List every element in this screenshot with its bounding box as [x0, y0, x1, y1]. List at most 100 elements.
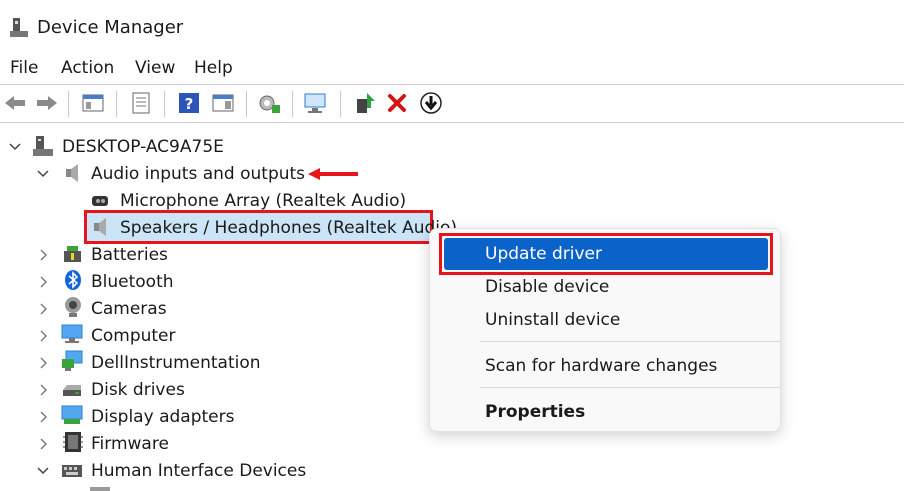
scan-hardware-button[interactable] [256, 91, 282, 115]
menu-item-uninstall-device-label: Uninstall device [485, 310, 621, 330]
menu-item-properties-label: Properties [485, 402, 586, 422]
properties-toolbar-button[interactable] [128, 91, 154, 115]
menu-item-uninstall-device[interactable]: Uninstall device [430, 305, 780, 335]
tree-item-computer[interactable]: Computer [0, 322, 420, 349]
hid-child-icon [90, 487, 110, 491]
tree-root-label: DESKTOP-AC9A75E [62, 136, 224, 157]
menu-file[interactable]: File [10, 58, 38, 78]
title-bar: Device Manager [0, 0, 904, 56]
tree-item-display-adapters[interactable]: Display adapters [0, 403, 420, 430]
toolbar-separator [292, 91, 293, 117]
properties-sheet-icon [132, 92, 150, 114]
tree-item-human-interface-devices[interactable]: Human Interface Devices [0, 457, 420, 484]
scan-hardware-icon [259, 95, 280, 113]
speaker-icon [66, 164, 78, 182]
display-adapter-icon [61, 405, 83, 424]
back-arrow-icon [5, 96, 25, 110]
tree-item-display-adapters-label: Display adapters [91, 406, 235, 427]
tree-item-speakers[interactable]: Speakers / Headphones (Realtek Audio) [0, 214, 457, 241]
firmware-chip-icon [63, 432, 83, 452]
tree-item-batteries[interactable]: Batteries [0, 241, 420, 268]
tree-item-audio-label: Audio inputs and outputs [91, 163, 306, 184]
window-title: Device Manager [37, 17, 184, 38]
toolbar-separator [340, 91, 341, 117]
chevron-down-icon[interactable] [36, 167, 50, 181]
toolbar-separator [116, 91, 117, 117]
update-driver-icon [357, 93, 375, 113]
chevron-right-icon[interactable] [36, 329, 50, 343]
tree-item-cameras-label: Cameras [91, 298, 167, 319]
chevron-down-icon[interactable] [36, 464, 50, 478]
tree-item-firmware-label: Firmware [91, 433, 169, 454]
toolbar-separator [246, 91, 247, 117]
chevron-right-icon[interactable] [36, 302, 50, 316]
help-icon: ? [179, 93, 199, 113]
tree-item-dellinstrumentation-label: DellInstrumentation [91, 352, 261, 373]
speaker-icon [94, 218, 106, 236]
context-menu: Update driver Disable device Uninstall d… [429, 228, 781, 432]
toolbar-separator [164, 91, 165, 117]
menu-item-update-driver[interactable]: Update driver [430, 239, 780, 269]
disk-drive-icon [63, 385, 81, 396]
forward-button[interactable] [34, 91, 60, 115]
computer-tower-icon [33, 136, 53, 156]
tree-item-audio[interactable]: Audio inputs and outputs [0, 160, 600, 187]
chevron-right-icon[interactable] [36, 383, 50, 397]
menu-item-disable-device[interactable]: Disable device [430, 272, 780, 302]
menu-divider [480, 387, 780, 388]
tree-item-batteries-label: Batteries [91, 244, 168, 265]
menu-item-disable-device-label: Disable device [485, 277, 610, 297]
help-toolbar-button[interactable]: ? [176, 91, 202, 115]
red-x-icon [388, 94, 406, 112]
chevron-down-icon[interactable] [8, 140, 22, 154]
tree-item-speakers-label: Speakers / Headphones (Realtek Audio) [120, 217, 458, 238]
update-driver-toolbar-button[interactable] [352, 91, 378, 115]
uninstall-toolbar-button[interactable] [384, 91, 410, 115]
device-monitor-icon [62, 350, 83, 371]
menu-item-scan-hardware[interactable]: Scan for hardware changes [430, 351, 780, 381]
chevron-right-icon[interactable] [36, 248, 50, 262]
menu-action[interactable]: Action [61, 58, 114, 78]
svg-text:?: ? [185, 95, 194, 113]
download-circle-icon [420, 92, 442, 114]
forward-arrow-icon [37, 96, 57, 110]
chevron-right-icon[interactable] [36, 437, 50, 451]
tree-root[interactable]: DESKTOP-AC9A75E [0, 133, 600, 160]
tree-item-disk-drives[interactable]: Disk drives [0, 376, 420, 403]
chevron-right-icon[interactable] [36, 356, 50, 370]
monitor-icon [304, 93, 326, 113]
tree-item-firmware[interactable]: Firmware [0, 430, 420, 457]
monitor-icon [61, 324, 83, 343]
menu-item-scan-hardware-label: Scan for hardware changes [485, 356, 718, 376]
console-tree-icon [82, 94, 104, 112]
monitor-toolbar-button[interactable] [302, 91, 328, 115]
show-hide-console-tree-button[interactable] [80, 91, 106, 115]
microphone-device-icon [92, 196, 108, 206]
tree-item-bluetooth[interactable]: Bluetooth [0, 268, 420, 295]
red-arrow-annotation [308, 168, 358, 180]
action-pane-button[interactable] [210, 91, 236, 115]
tree-item-dellinstrumentation[interactable]: DellInstrumentation [0, 349, 420, 376]
chevron-right-icon[interactable] [36, 275, 50, 289]
menu-item-properties[interactable]: Properties [430, 397, 780, 427]
tree-item-computer-label: Computer [91, 325, 176, 346]
tree-item-human-interface-devices-label: Human Interface Devices [91, 460, 307, 481]
menu-view[interactable]: View [135, 58, 175, 78]
tree-item-bluetooth-label: Bluetooth [91, 271, 174, 292]
menu-help[interactable]: Help [194, 58, 233, 78]
bluetooth-icon [65, 270, 81, 290]
back-button[interactable] [2, 91, 28, 115]
chevron-right-icon[interactable] [36, 410, 50, 424]
battery-icon [64, 246, 81, 262]
device-manager-icon [10, 18, 28, 37]
toolbar: ? [0, 84, 904, 121]
action-pane-icon [212, 94, 234, 112]
menu-item-update-driver-label: Update driver [485, 244, 602, 264]
keyboard-icon [62, 465, 82, 477]
tree-item-microphone-label: Microphone Array (Realtek Audio) [120, 190, 407, 211]
tree-item-cameras[interactable]: Cameras [0, 295, 420, 322]
tree-item-disk-drives-label: Disk drives [91, 379, 185, 400]
toolbar-separator [68, 91, 69, 117]
disable-toolbar-button[interactable] [418, 91, 444, 115]
webcam-icon [65, 297, 81, 317]
